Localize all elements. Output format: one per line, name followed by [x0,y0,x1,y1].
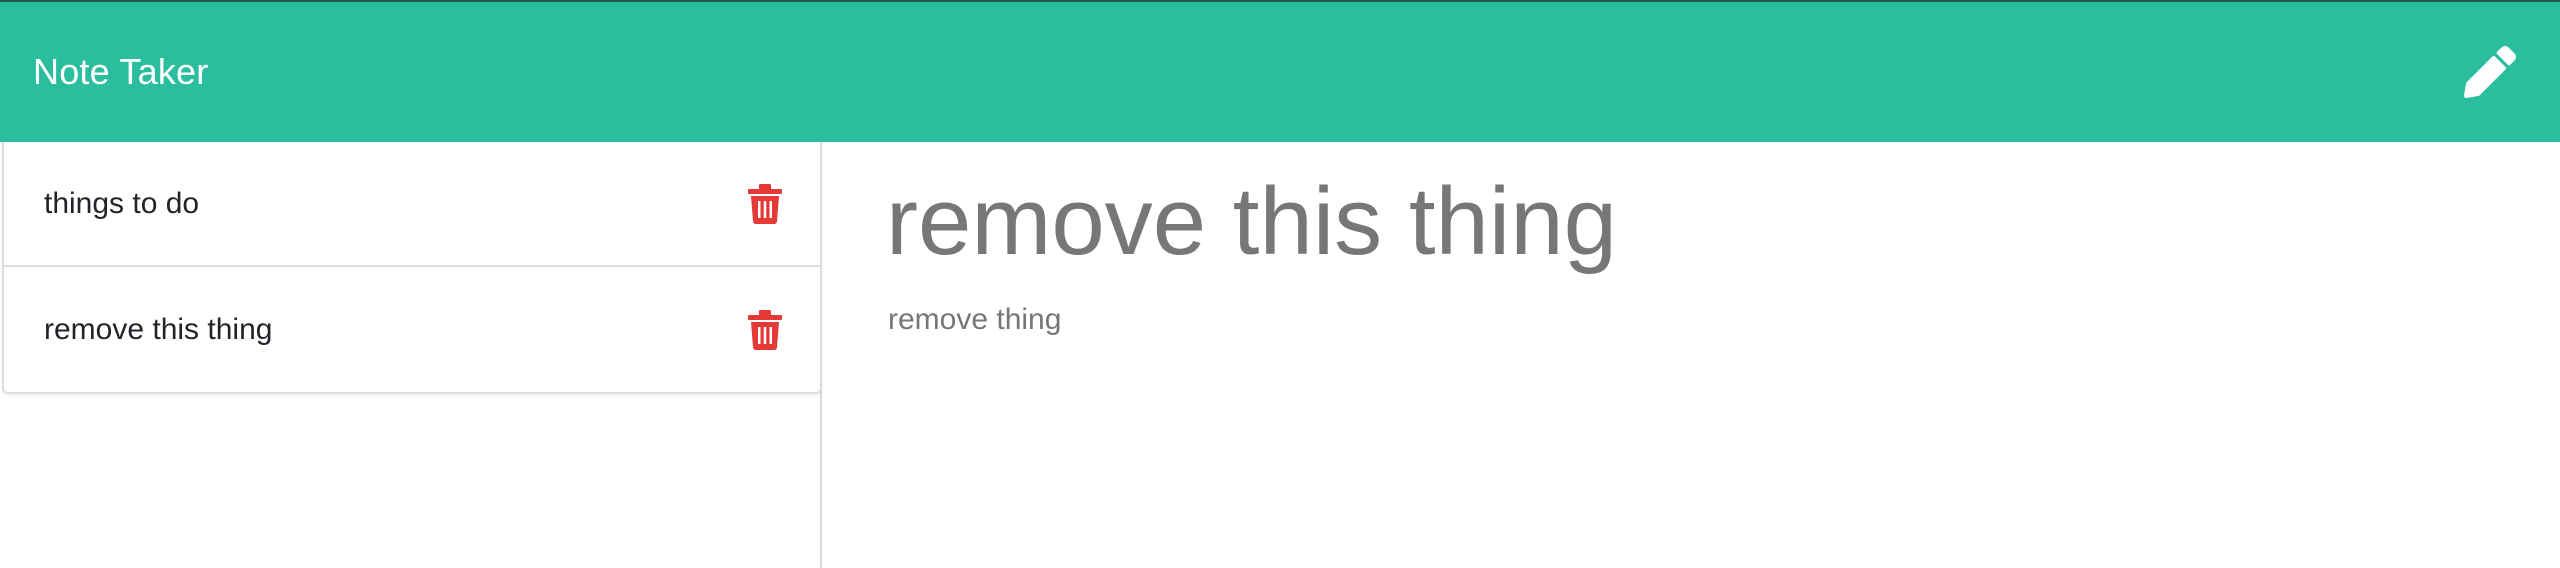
trash-icon [748,309,782,350]
note-list-sidebar: things to do remove this thing [0,142,822,568]
note-title-field[interactable]: remove this thing [886,162,1617,282]
pencil-icon [2464,46,2516,98]
list-item[interactable]: things to do [4,142,820,267]
note-editor: remove this thing remove thing [822,142,2560,568]
navbar: Note Taker [0,0,2560,142]
trash-icon [748,183,782,224]
list-item[interactable]: remove this thing [4,267,820,392]
note-list: things to do remove this thing [2,142,822,394]
delete-note-button[interactable] [748,309,782,350]
note-list-title: things to do [44,186,200,220]
new-note-button[interactable] [2460,42,2520,102]
note-taker-app: Note Taker things to do remove this thin… [0,0,2560,568]
delete-note-button[interactable] [748,183,782,224]
note-list-title: remove this thing [44,312,273,346]
app-title[interactable]: Note Taker [33,50,208,94]
note-text-field[interactable]: remove thing [888,300,1061,340]
